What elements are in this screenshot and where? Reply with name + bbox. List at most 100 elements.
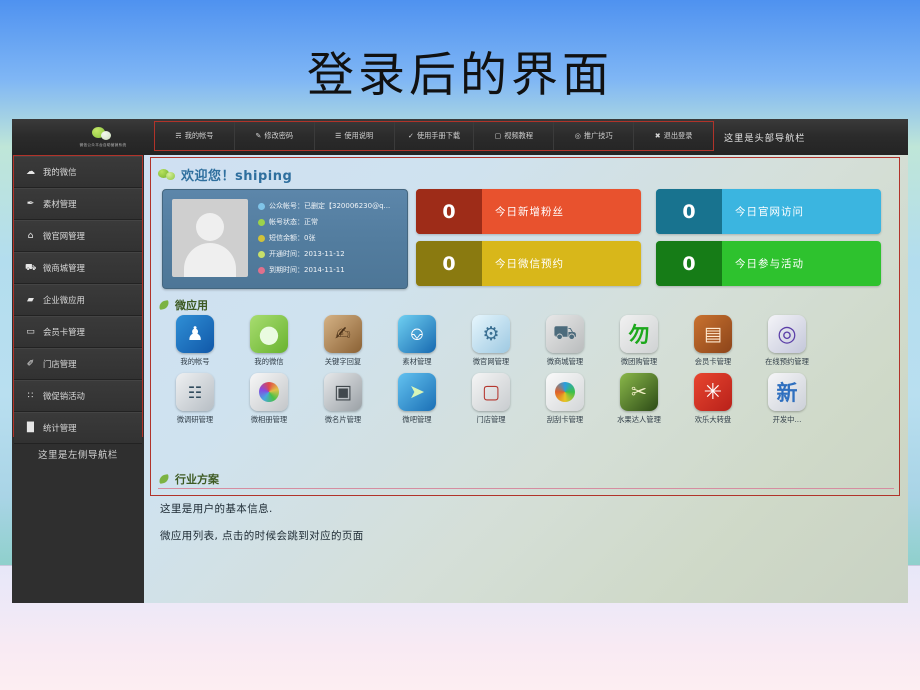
nav-item-instructions[interactable]: ☰ 使用说明 xyxy=(315,122,395,150)
card-icon: ▭ xyxy=(26,326,35,337)
nav-item-label: 推广技巧 xyxy=(583,131,613,140)
status-dot-icon xyxy=(258,266,265,274)
stat-value: 0 xyxy=(656,241,722,286)
list-icon: ☰ xyxy=(335,131,342,140)
photo-album-icon xyxy=(250,373,288,411)
sidebar-item-my-wechat[interactable]: ☁ 我的微信 xyxy=(14,156,142,188)
wheel-icon: ✳ xyxy=(694,373,732,411)
sidebar-item-mall[interactable]: ⛟ 微商城管理 xyxy=(14,252,142,284)
wechat-bubbles-icon xyxy=(92,126,114,141)
main-content: 欢迎您！shiping 公众帐号：已删定【320006230@q... 帐号状态… xyxy=(144,155,908,603)
description-line: 这里是用户的基本信息. xyxy=(160,503,273,515)
app-photo-album-management[interactable]: 微相册管理 xyxy=(232,373,306,425)
profile-info-text: 帐号状态：正常 xyxy=(269,218,318,226)
grid-icon: ∷ xyxy=(27,390,34,401)
app-keyword-reply[interactable]: ✍ 关键字回复 xyxy=(306,315,380,367)
app-groupbuy-management[interactable]: 勿 微团购管理 xyxy=(602,315,676,367)
nav-item-label: 我的帐号 xyxy=(184,131,214,140)
app-website-management[interactable]: ⚙ 微官网管理 xyxy=(454,315,528,367)
app-label: 水果达人管理 xyxy=(617,415,661,424)
sidebar-item-material[interactable]: ✒ 素材管理 xyxy=(14,188,142,220)
app-member-card-management[interactable]: ▤ 会员卡管理 xyxy=(676,315,750,367)
nav-item-video-tutorial[interactable]: ▢ 视频教程 xyxy=(474,122,555,150)
stat-tile-activity-participants[interactable]: 0 今日参与活动 xyxy=(656,241,881,286)
profile-card: 公众帐号：已删定【320006230@q... 帐号状态：正常 短信余额：0张 xyxy=(162,189,408,289)
profile-info-text: 短信余额：0张 xyxy=(269,234,316,242)
stat-tile-new-fans[interactable]: 0 今日新增粉丝 xyxy=(416,189,641,234)
stat-value: 0 xyxy=(656,189,722,234)
app-label: 关键字回复 xyxy=(324,357,362,366)
sidebar-item-promotion[interactable]: ∷ 微促销活动 xyxy=(14,380,142,412)
nav-item-my-account[interactable]: ☴ 我的帐号 xyxy=(155,122,235,150)
app-mall-management[interactable]: ⛟ 微商城管理 xyxy=(528,315,602,367)
sidebar-item-label: 会员卡管理 xyxy=(43,327,85,337)
nav-item-promotion-tips[interactable]: ◎ 推广技巧 xyxy=(554,122,635,150)
app-label: 微调研管理 xyxy=(176,415,214,424)
profile-info-row: 公众帐号：已删定【320006230@q... xyxy=(258,198,400,214)
section-heading-industry: 行业方案 xyxy=(158,471,219,487)
nav-item-change-password[interactable]: ✎ 修改密码 xyxy=(235,122,315,150)
sidebar-item-label: 微促销活动 xyxy=(43,391,85,401)
survey-icon: ☷ xyxy=(176,373,214,411)
sidebar-item-label: 微商城管理 xyxy=(43,263,85,273)
nav-item-label: 退出登录 xyxy=(663,131,693,140)
app-label: 微团购管理 xyxy=(620,357,658,366)
app-survey-management[interactable]: ☷ 微调研管理 xyxy=(158,373,232,425)
cart-icon: ⛟ xyxy=(25,262,37,273)
section-heading-text: 行业方案 xyxy=(175,473,219,486)
app-material-management[interactable]: ⎉ 素材管理 xyxy=(380,315,454,367)
section-heading-text: 微应用 xyxy=(175,299,208,312)
pen-icon: ✐ xyxy=(26,358,35,369)
check-icon: ✓ xyxy=(408,131,414,140)
welcome-text: 欢迎您！shiping xyxy=(181,169,293,184)
app-namecard-management[interactable]: ▣ 微名片管理 xyxy=(306,373,380,425)
sidebar-item-label: 企业微应用 xyxy=(43,295,85,305)
stat-tile-website-visits[interactable]: 0 今日官网访问 xyxy=(656,189,881,234)
sidebar-item-store[interactable]: ✐ 门店管理 xyxy=(14,348,142,380)
app-logo: 微信公众平台自助营销系统 xyxy=(60,122,146,152)
header-nav-highlight: ☴ 我的帐号 ✎ 修改密码 ☰ 使用说明 ✓ 使用手册下载 ▢ 视频教程 ◎ 推… xyxy=(154,121,714,151)
app-header: 微信公众平台自助营销系统 ☴ 我的帐号 ✎ 修改密码 ☰ 使用说明 ✓ 使用手册… xyxy=(12,119,908,156)
stat-label: 今日微信预约 xyxy=(495,258,564,270)
nav-item-logout[interactable]: ✖ 退出登录 xyxy=(634,122,713,150)
speaker-icon: ▰ xyxy=(27,294,34,305)
sidebar-item-statistics[interactable]: █ 统计管理 xyxy=(14,412,142,444)
app-lucky-wheel[interactable]: ✳ 欢乐大转盘 xyxy=(676,373,750,425)
app-logo-text: 微信公众平台自助营销系统 xyxy=(79,142,127,147)
app-scratchcard-management[interactable]: 刮刮卡管理 xyxy=(528,373,602,425)
app-label: 在线预约管理 xyxy=(765,357,809,366)
nav-item-manual-download[interactable]: ✓ 使用手册下载 xyxy=(395,122,475,150)
sidebar-item-website[interactable]: ⌂ 微官网管理 xyxy=(14,220,142,252)
brush-icon: ✒ xyxy=(26,198,35,209)
app-online-booking-management[interactable]: ◎ 在线预约管理 xyxy=(750,315,824,367)
profile-info-row: 短信余额：0张 xyxy=(258,230,400,246)
profile-info-text: 公众帐号：已删定【320006230@q... xyxy=(269,202,391,210)
stat-tile-wechat-bookings[interactable]: 0 今日微信预约 xyxy=(416,241,641,286)
app-weiba-management[interactable]: ➤ 微吧管理 xyxy=(380,373,454,425)
app-label: 会员卡管理 xyxy=(694,357,732,366)
member-card-icon: ▤ xyxy=(694,315,732,353)
groupbuy-icon: 勿 xyxy=(620,315,658,353)
app-label: 微官网管理 xyxy=(472,357,510,366)
profile-info-row: 开通时间：2013-11-12 xyxy=(258,246,400,262)
app-my-wechat[interactable]: ● 我的微信 xyxy=(232,315,306,367)
booking-icon: ◎ xyxy=(768,315,806,353)
app-my-account[interactable]: ♟ 我的帐号 xyxy=(158,315,232,367)
description-block: 这里是用户的基本信息. 微应用列表, 点击的时候会跳到对应的页面 xyxy=(160,501,860,555)
stat-value: 0 xyxy=(416,241,482,286)
home-icon: ⌂ xyxy=(27,230,34,241)
app-store-management[interactable]: ▢ 门店管理 xyxy=(454,373,528,425)
welcome-banner: 欢迎您！shiping xyxy=(158,165,292,184)
description-line: 微应用列表, 点击的时候会跳到对应的页面 xyxy=(160,530,364,542)
sidebar-item-label: 统计管理 xyxy=(43,423,77,433)
app-in-development[interactable]: 新 开发中... xyxy=(750,373,824,425)
app-screenshot: 微信公众平台自助营销系统 ☴ 我的帐号 ✎ 修改密码 ☰ 使用说明 ✓ 使用手册… xyxy=(12,119,908,603)
sidebar-item-enterprise-app[interactable]: ▰ 企业微应用 xyxy=(14,284,142,316)
sidebar-item-member-card[interactable]: ▭ 会员卡管理 xyxy=(14,316,142,348)
sidebar-item-label: 我的微信 xyxy=(43,167,77,177)
app-fruit-ninja-management[interactable]: ✂ 水果达人管理 xyxy=(602,373,676,425)
chart-bar-icon: █ xyxy=(27,422,34,433)
app-label: 刮刮卡管理 xyxy=(546,415,584,424)
nav-item-label: 修改密码 xyxy=(264,131,294,140)
app-label: 门店管理 xyxy=(476,415,506,424)
